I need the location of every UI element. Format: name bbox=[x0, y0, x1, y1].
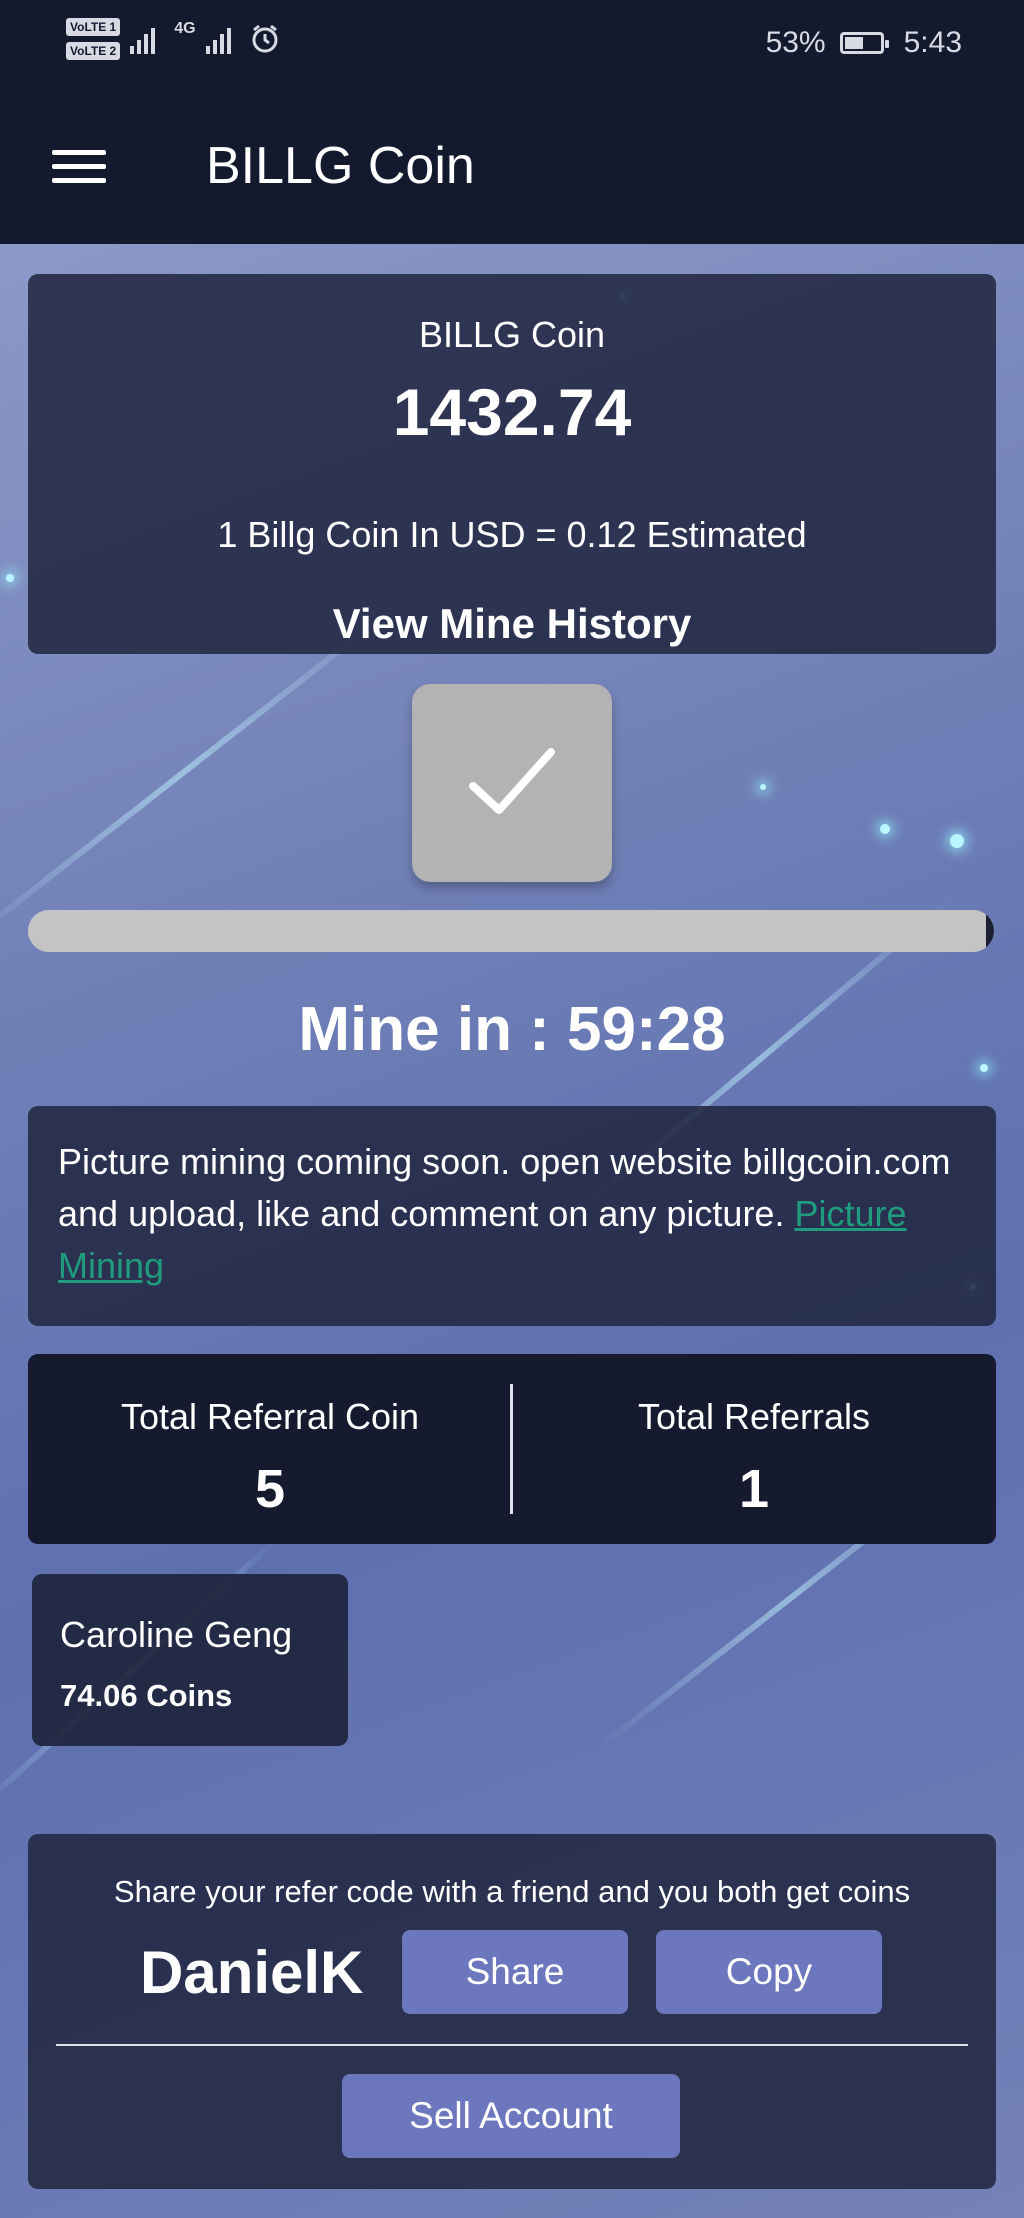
view-mine-history-link[interactable]: View Mine History bbox=[28, 600, 996, 648]
mine-countdown: Mine in : 59:28 bbox=[298, 995, 726, 1064]
signal-icon-2 bbox=[205, 28, 231, 54]
menu-icon[interactable] bbox=[52, 150, 106, 184]
signal-icon bbox=[130, 28, 156, 54]
mine-button[interactable] bbox=[412, 684, 612, 882]
referrals-stat: Total Referrals 1 bbox=[512, 1354, 996, 1544]
info-card: Picture mining coming soon. open website… bbox=[28, 1106, 996, 1326]
info-text: Picture mining coming soon. open website… bbox=[58, 1136, 966, 1292]
referral-stats-card: Total Referral Coin 5 Total Referrals 1 bbox=[28, 1354, 996, 1544]
share-button[interactable]: Share bbox=[402, 1930, 628, 2014]
copy-button[interactable]: Copy bbox=[656, 1930, 882, 2014]
referrals-label: Total Referrals bbox=[637, 1396, 871, 1437]
share-divider bbox=[56, 2044, 968, 2046]
referral-coin-label: Total Referral Coin bbox=[120, 1396, 420, 1437]
clock: 5:43 bbox=[903, 26, 962, 59]
referral-user-card[interactable]: Caroline Geng 74.06 Coins bbox=[32, 1574, 348, 1746]
battery-icon bbox=[839, 32, 889, 54]
referral-coin-value: 5 bbox=[254, 1459, 286, 1519]
app-bar: BILLG Coin bbox=[0, 90, 1024, 244]
check-icon bbox=[469, 748, 555, 814]
volte-2: VoLTE 2 bbox=[66, 42, 121, 60]
app-title: BILLG Coin bbox=[206, 137, 475, 195]
balance-amount: 1432.74 bbox=[392, 375, 632, 449]
sell-account-button[interactable]: Sell Account bbox=[342, 2074, 680, 2158]
main-content[interactable]: BILLG Coin 1432.74 1 Billg Coin In USD =… bbox=[0, 244, 1024, 2218]
battery-percent: 53% bbox=[765, 26, 826, 59]
network-type: 4G bbox=[174, 20, 196, 37]
share-card: Share your refer code with a friend and … bbox=[28, 1834, 996, 2189]
status-bar: VoLTE 1 VoLTE 2 4G 53% 5:43 bbox=[0, 0, 1024, 90]
alarm-icon bbox=[252, 24, 278, 53]
referral-user-coins: 74.06 Coins bbox=[60, 1678, 233, 1713]
share-text: Share your refer code with a friend and … bbox=[113, 1874, 911, 1909]
volte-1: VoLTE 1 bbox=[66, 18, 121, 36]
referral-coin-stat: Total Referral Coin 5 bbox=[28, 1354, 512, 1544]
referral-user-name: Caroline Geng bbox=[60, 1614, 293, 1655]
balance-title: BILLG Coin bbox=[418, 314, 606, 355]
referrals-value: 1 bbox=[738, 1459, 770, 1519]
mining-progress-bar bbox=[28, 910, 994, 952]
refer-code: DanielK bbox=[140, 1939, 364, 2006]
balance-card: BILLG Coin 1432.74 1 Billg Coin In USD =… bbox=[28, 274, 996, 654]
usd-rate: 1 Billg Coin In USD = 0.12 Estimated bbox=[217, 514, 807, 555]
volte-icon: VoLTE 1 VoLTE 2 bbox=[66, 18, 121, 60]
